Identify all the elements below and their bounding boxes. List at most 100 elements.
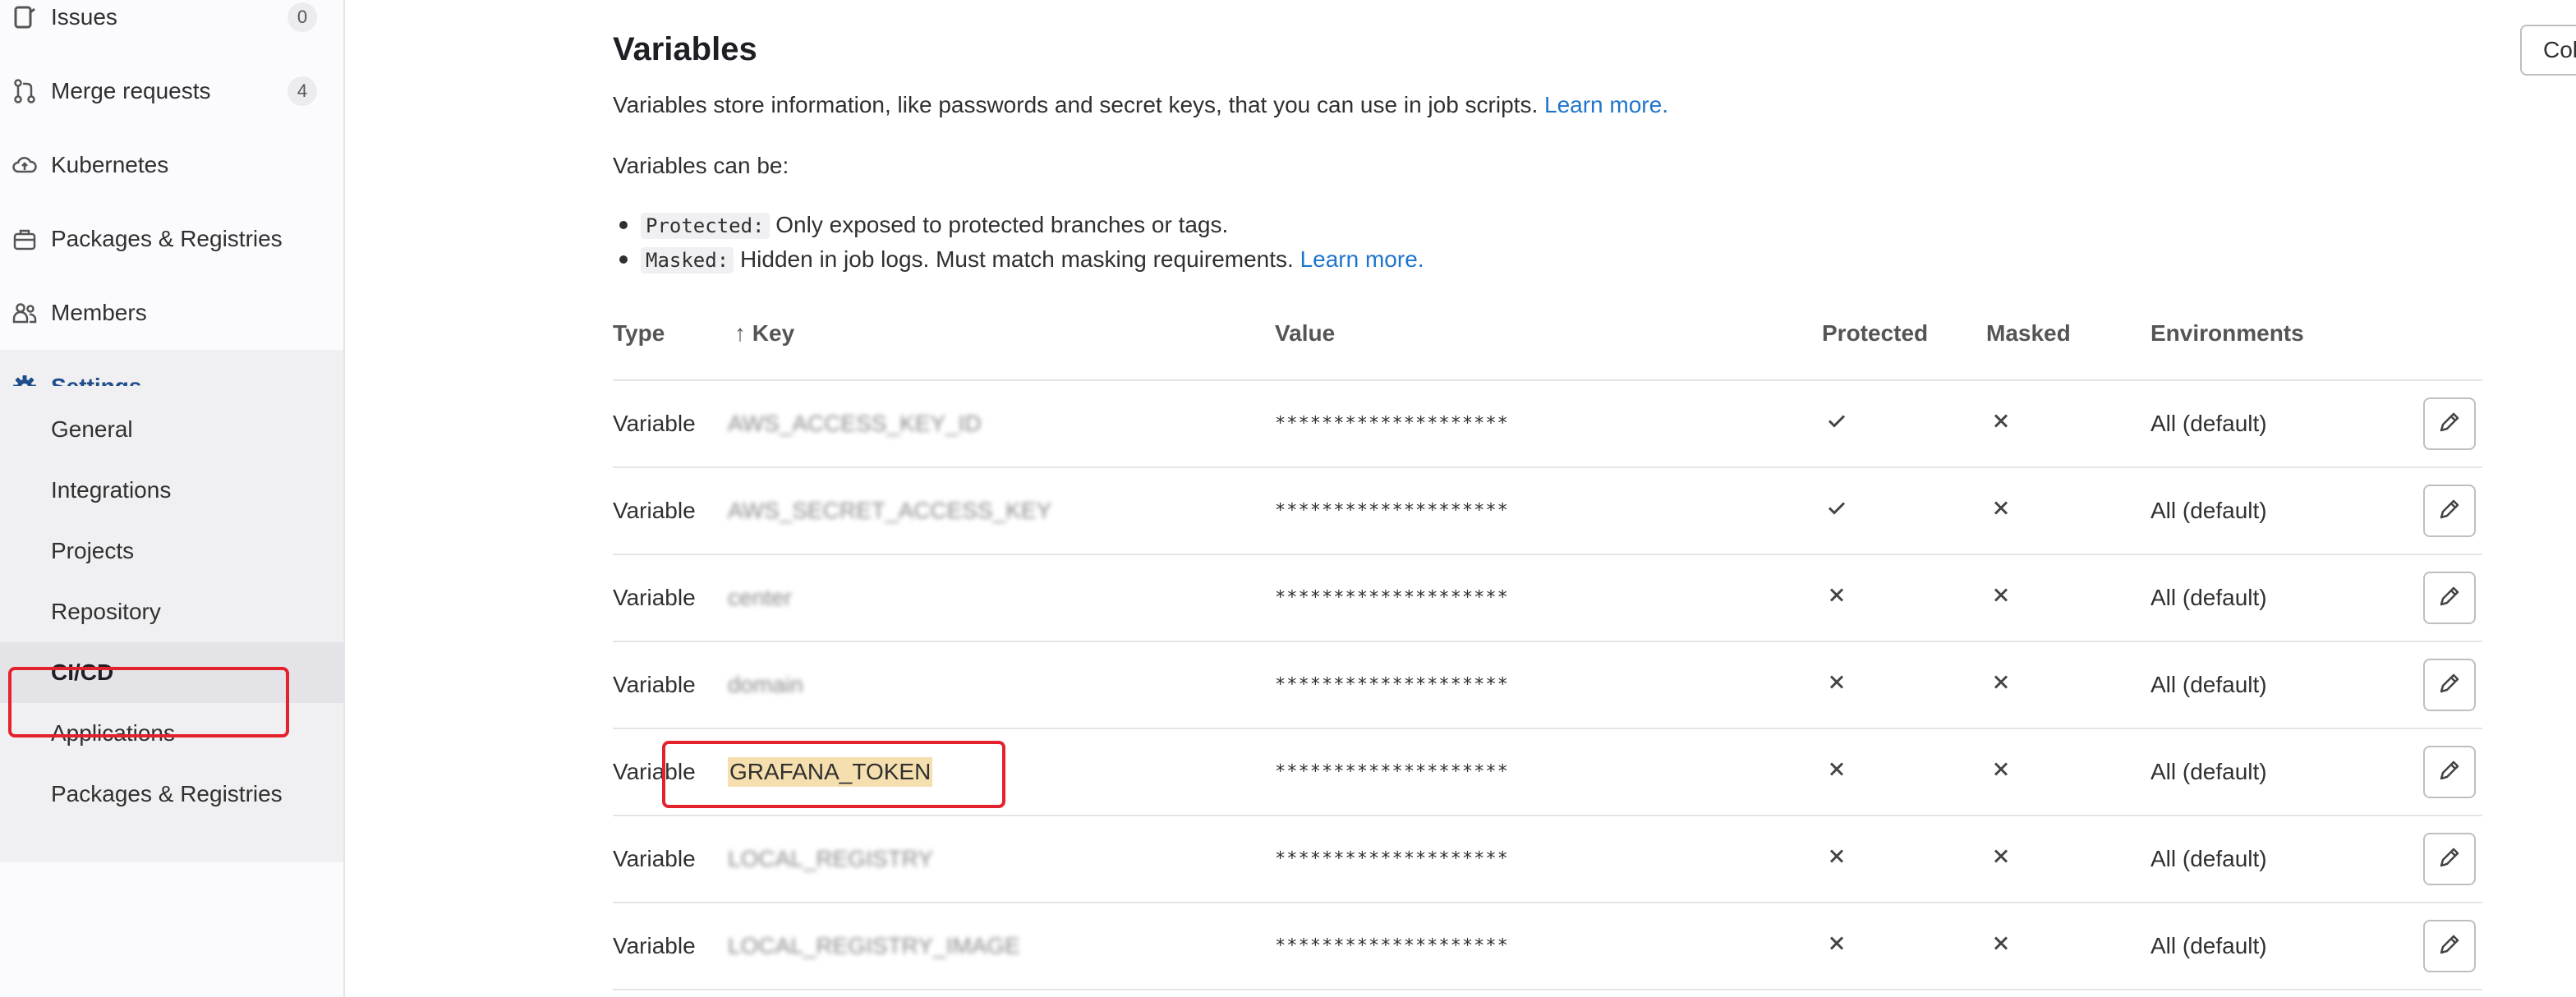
bullet-masked-text: Hidden in job logs. Must match masking r… xyxy=(739,246,1294,272)
sidebar-item-kubernetes[interactable]: Kubernetes xyxy=(0,128,343,202)
table-row: Variable AWS_SECRET_ACCESS_KEY ***********… xyxy=(613,466,2482,554)
cell-type: Variable xyxy=(613,498,696,523)
masked-x-icon xyxy=(1990,410,2012,439)
submenu-item-label: Integrations xyxy=(51,477,172,503)
cell-key: center xyxy=(728,585,792,610)
edit-variable-button[interactable] xyxy=(2423,397,2476,450)
sidebar-item-members[interactable]: Members xyxy=(0,276,343,350)
masked-x-icon xyxy=(1990,497,2012,526)
cloud-icon xyxy=(12,157,37,173)
sidebar-item-label: Issues xyxy=(51,4,117,30)
edit-variable-button[interactable] xyxy=(2423,572,2476,624)
sidebar-item-merge-requests[interactable]: Merge requests 4 xyxy=(0,54,343,128)
learn-more-link[interactable]: Learn more. xyxy=(1544,92,1668,117)
cell-key: AWS_ACCESS_KEY_ID xyxy=(728,411,982,436)
header-environments: Environments xyxy=(2150,320,2304,346)
table-row: Variable domain ******************** All (d… xyxy=(613,641,2482,728)
masked-x-icon xyxy=(1990,584,2012,613)
pencil-icon xyxy=(2436,931,2463,962)
cell-type: Variable xyxy=(613,933,696,958)
sidebar-item-packages-registries[interactable]: Packages & Registries xyxy=(0,202,343,276)
table-row: Variable LOCAL_REGISTRY_IMAGE ************… xyxy=(613,902,2482,989)
pencil-icon xyxy=(2436,409,2463,439)
masking-learn-more-link[interactable]: Learn more. xyxy=(1300,246,1424,272)
sidebar-item-issues[interactable]: Issues 0 xyxy=(0,0,343,54)
cell-environments: All (default) xyxy=(2150,933,2267,958)
sidebar-item-label: Kubernetes xyxy=(51,152,169,177)
submenu-item-label: General xyxy=(51,416,133,442)
cell-key: LOCAL_REGISTRY_IMAGE xyxy=(728,933,1020,958)
masked-x-icon xyxy=(1990,758,2012,787)
merge-request-icon xyxy=(14,79,35,103)
intro-text: Variables store information, like passwo… xyxy=(613,92,1668,118)
intro-description: Variables store information, like passwo… xyxy=(613,92,1539,117)
variables-can-be-text: Variables can be: xyxy=(613,153,789,178)
edit-variable-button[interactable] xyxy=(2423,659,2476,711)
submenu-item-label: Repository xyxy=(51,599,161,624)
package-icon xyxy=(13,229,36,250)
cell-value: ******************** xyxy=(1275,413,1509,434)
protected-x-icon xyxy=(1825,584,1848,613)
pencil-icon xyxy=(2436,757,2463,788)
cell-environments: All (default) xyxy=(2150,411,2267,436)
header-protected: Protected xyxy=(1822,320,1929,346)
cell-environments: All (default) xyxy=(2150,585,2267,610)
issues-count-badge: 0 xyxy=(288,2,317,32)
cell-value: ******************** xyxy=(1275,674,1509,696)
page-title: Variables xyxy=(613,31,757,67)
sidebar-item-label: Packages & Registries xyxy=(51,226,283,251)
code-protected: Protected: xyxy=(641,213,770,239)
cell-type: Variable xyxy=(613,411,696,436)
protected-check-icon xyxy=(1825,497,1848,526)
edit-variable-button[interactable] xyxy=(2423,485,2476,537)
header-masked: Masked xyxy=(1986,320,2071,346)
pencil-icon xyxy=(2436,583,2463,613)
cell-environments: All (default) xyxy=(2150,498,2267,523)
cell-environments: All (default) xyxy=(2150,846,2267,871)
cell-value: ******************** xyxy=(1275,500,1509,521)
edit-variable-button[interactable] xyxy=(2423,746,2476,798)
submenu-item-general[interactable]: General xyxy=(0,399,343,460)
masked-x-icon xyxy=(1990,671,2012,700)
pencil-icon xyxy=(2436,670,2463,701)
submenu-item-label: Projects xyxy=(51,538,135,563)
submenu-item-label: Packages & Registries xyxy=(51,781,283,806)
cell-key: AWS_SECRET_ACCESS_KEY xyxy=(728,498,1052,523)
sidebar-item-label: Merge requests xyxy=(51,78,211,103)
bullet-masked: Masked: Hidden in job logs. Must match m… xyxy=(619,246,1424,273)
cell-key: domain xyxy=(728,672,803,697)
cell-value: ******************** xyxy=(1275,935,1509,957)
table-row: Variable center ******************** All (d… xyxy=(613,554,2482,641)
edit-variable-button[interactable] xyxy=(2423,833,2476,885)
cell-value: ******************** xyxy=(1275,587,1509,609)
submenu-item-projects[interactable]: Projects xyxy=(0,521,343,581)
submenu-item-packages-registries[interactable]: Packages & Registries xyxy=(0,764,343,825)
code-masked: Masked: xyxy=(641,247,734,273)
cell-environments: All (default) xyxy=(2150,672,2267,697)
cell-value: ******************** xyxy=(1275,848,1509,870)
pencil-icon xyxy=(2436,496,2463,526)
collapse-button[interactable]: Collapse xyxy=(2520,25,2576,76)
settings-submenu: General Integrations Projects Repository… xyxy=(0,386,343,862)
cell-key: LOCAL_REGISTRY xyxy=(728,846,934,871)
cell-type: Variable xyxy=(613,672,696,697)
protected-check-icon xyxy=(1825,410,1848,439)
table-bottom-border xyxy=(613,989,2482,990)
sidebar: Issues 0 Merge requests 4 Kubernetes Pac… xyxy=(0,0,345,997)
cell-value: ******************** xyxy=(1275,761,1509,783)
cell-environments: All (default) xyxy=(2150,759,2267,784)
submenu-item-integrations[interactable]: Integrations xyxy=(0,460,343,521)
protected-x-icon xyxy=(1825,758,1848,787)
table-row: Variable LOCAL_REGISTRY ******************… xyxy=(613,815,2482,902)
table-row: Variable AWS_ACCESS_KEY_ID ***************… xyxy=(613,379,2482,466)
annotation-highlight-grafana-token xyxy=(662,741,1005,808)
edit-variable-button[interactable] xyxy=(2423,920,2476,972)
header-key-sort[interactable]: ↑ Key xyxy=(734,320,794,347)
merge-requests-count-badge: 4 xyxy=(288,76,317,106)
pencil-icon xyxy=(2436,844,2463,875)
protected-x-icon xyxy=(1825,671,1848,700)
protected-x-icon xyxy=(1825,932,1848,961)
issues-icon xyxy=(14,6,35,29)
annotation-highlight-ci-cd xyxy=(8,667,289,737)
submenu-item-repository[interactable]: Repository xyxy=(0,581,343,642)
